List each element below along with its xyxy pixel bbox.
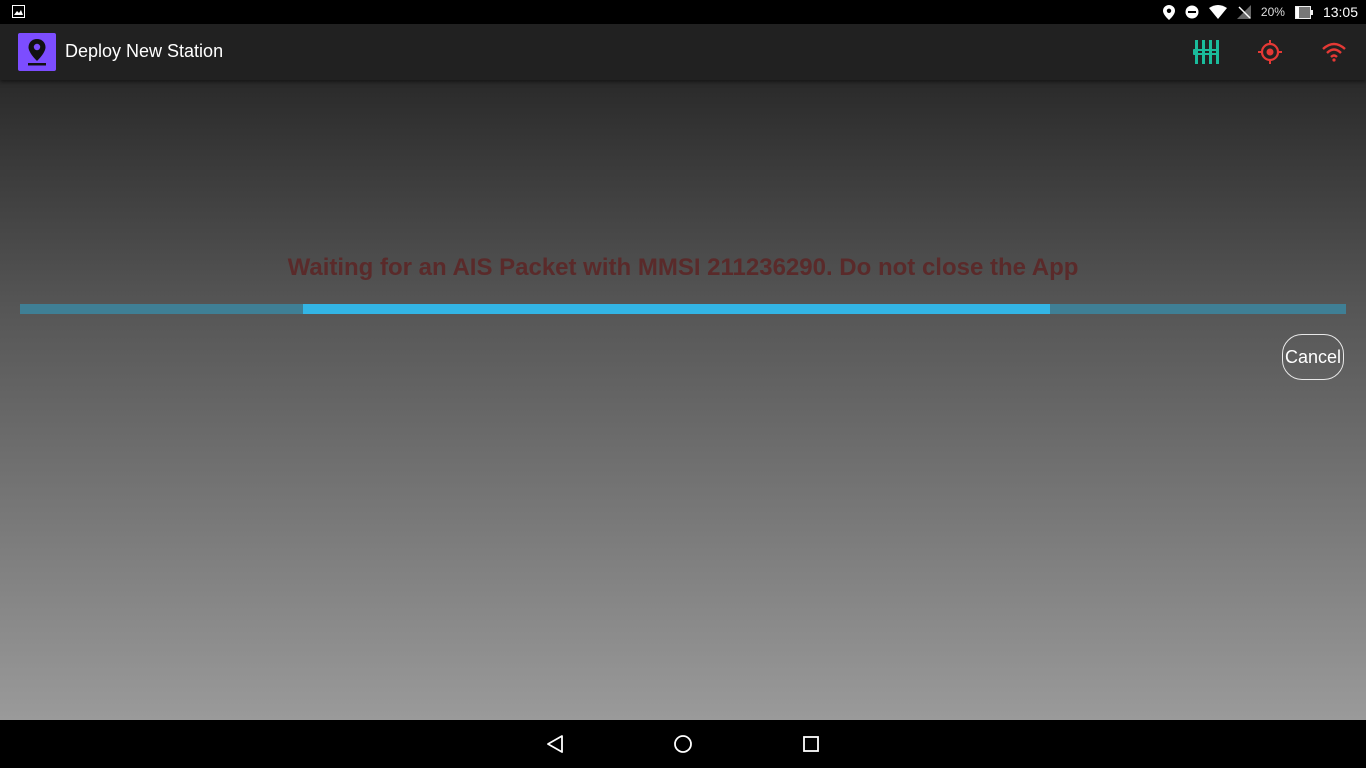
- navigation-bar: [0, 720, 1366, 768]
- sensor-tuning-icon[interactable]: [1190, 36, 1222, 68]
- do-not-disturb-icon: [1185, 5, 1199, 19]
- progress-bar-fill: [303, 304, 1050, 314]
- main-content: Waiting for an AIS Packet with MMSI 2112…: [0, 80, 1366, 720]
- clock: 13:05: [1322, 4, 1358, 20]
- wifi-status-icon[interactable]: [1318, 36, 1350, 68]
- image-icon: [12, 5, 25, 18]
- no-signal-icon: [1236, 5, 1251, 19]
- recents-icon[interactable]: [799, 732, 823, 756]
- waiting-message: Waiting for an AIS Packet with MMSI 2112…: [287, 254, 1079, 281]
- app-bar: Deploy New Station: [0, 24, 1366, 80]
- back-icon[interactable]: [543, 732, 567, 756]
- battery-percent: 20%: [1260, 5, 1285, 19]
- battery-icon: [1294, 5, 1313, 19]
- status-bar: 20% 13:05: [0, 0, 1366, 24]
- progress-bar: [20, 304, 1346, 314]
- status-icons: 20% 13:05: [1162, 0, 1358, 24]
- gps-target-icon[interactable]: [1254, 36, 1286, 68]
- cancel-button[interactable]: Cancel: [1282, 334, 1344, 380]
- app-title: Deploy New Station: [65, 41, 224, 61]
- map-pin-icon: [18, 33, 56, 71]
- home-icon[interactable]: [671, 732, 695, 756]
- wifi-icon: [1208, 5, 1227, 19]
- location-icon: [1162, 4, 1175, 20]
